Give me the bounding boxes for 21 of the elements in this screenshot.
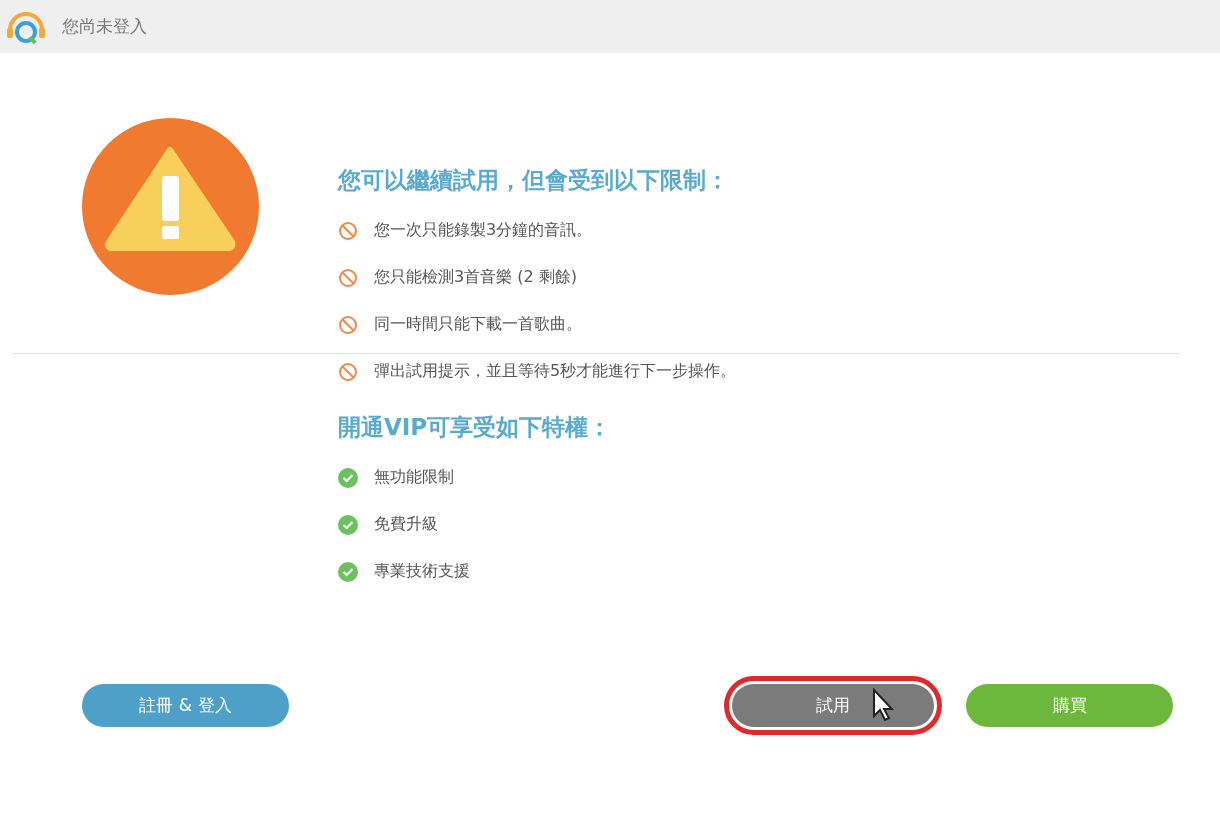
benefit-text: 專業技術支援 [374,561,470,582]
mouse-pointer-icon [872,688,894,722]
benefit-text: 無功能限制 [374,467,454,488]
buy-button[interactable]: 購買 [966,684,1173,727]
vip-heading: 開通VIP可享受如下特權： [338,413,613,442]
warning-icon [82,118,259,295]
check-circle-icon [338,467,358,488]
window-title: 您尚未登入 [62,15,147,38]
check-circle-icon [338,514,358,535]
prohibited-icon [338,361,358,382]
limit-text: 彈出試用提示，並且等待5秒才能進行下一步操作。 [374,361,737,382]
prohibited-icon [338,220,358,241]
limit-text: 您只能檢測3首音樂 (2 剩餘) [374,267,577,288]
check-circle-icon [338,561,358,582]
prohibited-icon [338,314,358,335]
limits-heading: 您可以繼續試用，但會受到以下限制： [338,166,730,195]
benefit-text: 免費升級 [374,514,438,535]
prohibited-icon [338,267,358,288]
limit-text: 您一次只能錄製3分鐘的音訊。 [374,220,593,241]
limit-text: 同一時間只能下載一首歌曲。 [374,314,582,335]
register-login-button[interactable]: 註冊 & 登入 [82,684,289,727]
